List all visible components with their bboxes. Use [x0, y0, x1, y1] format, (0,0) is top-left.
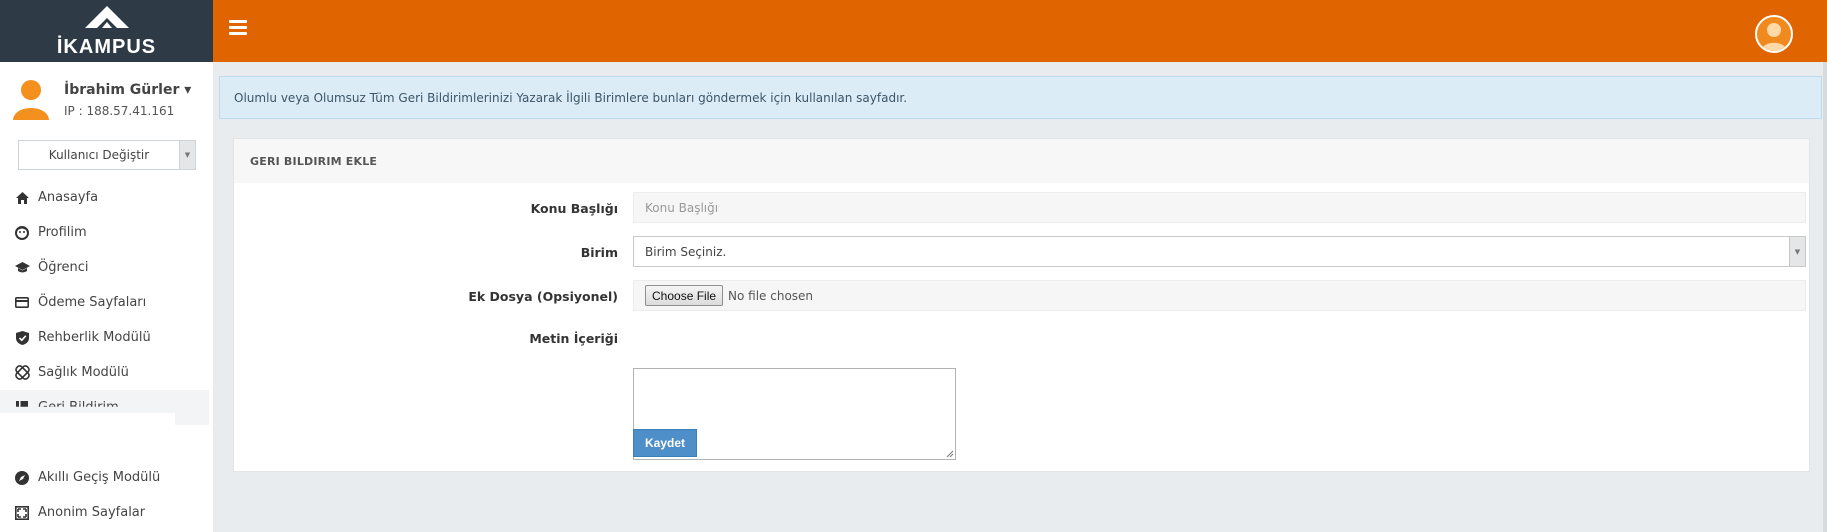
resize-grip-icon[interactable] [946, 450, 954, 458]
top-navbar [213, 0, 1827, 62]
sidebar-item-akilli-gecis[interactable]: Akıllı Geçiş Modülü [0, 460, 209, 495]
subject-label: Konu Başlığı [530, 201, 618, 216]
save-button[interactable]: Kaydet [633, 429, 697, 457]
sidebar-item-saglik[interactable]: Sağlık Modülü [0, 355, 209, 390]
brand-name: İKAMPUS [56, 35, 157, 58]
sidebar: İbrahim Gürler ▾ IP : 188.57.41.161 Kull… [0, 62, 213, 532]
shield-check-icon [14, 330, 30, 346]
brand-logo[interactable]: İKAMPUS [0, 0, 213, 62]
profile-face-icon [14, 225, 30, 241]
sidebar-nav: Anasayfa Profilim Öğrenci Ödeme Sayfalar… [0, 180, 209, 530]
sidebar-item-label: Sağlık Modülü [38, 365, 129, 380]
sidebar-item-label: Anasayfa [38, 190, 99, 205]
sidebar-item-ogrenci[interactable]: Öğrenci [0, 250, 209, 285]
sidebar-item-anonim[interactable]: Anonim Sayfalar [0, 495, 209, 530]
user-panel: İbrahim Gürler ▾ IP : 188.57.41.161 [12, 74, 207, 124]
dropdown-arrow-icon: ▼ [1789, 237, 1805, 266]
card-title: GERI BILDIRIM EKLE [234, 139, 1809, 183]
sidebar-item-label: Profilim [38, 225, 87, 240]
unit-select-value: Birim Seçiniz. [645, 244, 727, 259]
sidebar-scrollbar[interactable] [1823, 62, 1827, 532]
info-alert: Olumlu veya Olumsuz Tüm Geri Bildirimler… [219, 76, 1822, 119]
user-avatar-icon [13, 80, 49, 120]
unit-select[interactable]: Birim Seçiniz. ▼ [633, 236, 1806, 267]
sidebar-item-label: Anonim Sayfalar [38, 505, 146, 520]
sidebar-item-profilim[interactable]: Profilim [0, 215, 209, 250]
user-ip: IP : 188.57.41.161 [64, 104, 175, 118]
attachment-file-input: Choose File No file chosen [633, 280, 1806, 311]
sidebar-item-anasayfa[interactable]: Anasayfa [0, 180, 209, 215]
unit-label: Birim [580, 245, 618, 260]
graduation-cap-icon [14, 260, 30, 276]
feedback-form-card: GERI BILDIRIM EKLE Konu Başlığı Konu Baş… [233, 138, 1810, 472]
user-switch-label: Kullanıcı Değiştir [48, 148, 150, 162]
dropdown-arrow-icon: ▼ [179, 141, 195, 169]
expand-icon [14, 505, 30, 521]
user-switch-select[interactable]: Kullanıcı Değiştir ▼ [18, 140, 196, 170]
attachment-label: Ek Dosya (Opsiyonel) [468, 289, 618, 304]
sidebar-gap [0, 413, 209, 460]
chevron-down-icon: ▾ [184, 82, 192, 98]
sidebar-item-label: Öğrenci [38, 260, 89, 275]
file-status: No file chosen [728, 288, 814, 303]
choose-file-button[interactable]: Choose File [645, 285, 724, 306]
bandage-icon [14, 365, 30, 381]
home-icon [14, 190, 30, 206]
content-label: Metin İçeriği [529, 331, 618, 346]
sidebar-item-rehberlik[interactable]: Rehberlik Modülü [0, 320, 209, 355]
hamburger-icon[interactable] [229, 20, 247, 35]
subject-input[interactable]: Konu Başlığı [633, 192, 1806, 223]
sidebar-item-label: Akıllı Geçiş Modülü [38, 470, 161, 485]
sidebar-item-label: Ödeme Sayfaları [38, 295, 147, 310]
compass-icon [14, 470, 30, 486]
mountain-logo-icon [84, 5, 129, 28]
credit-card-icon [14, 295, 30, 311]
user-name[interactable]: İbrahim Gürler ▾ [64, 82, 191, 98]
sidebar-item-label: Rehberlik Modülü [38, 330, 151, 345]
user-avatar-icon[interactable] [1755, 15, 1793, 53]
sidebar-item-odeme-sayfalari[interactable]: Ödeme Sayfaları [0, 285, 209, 320]
